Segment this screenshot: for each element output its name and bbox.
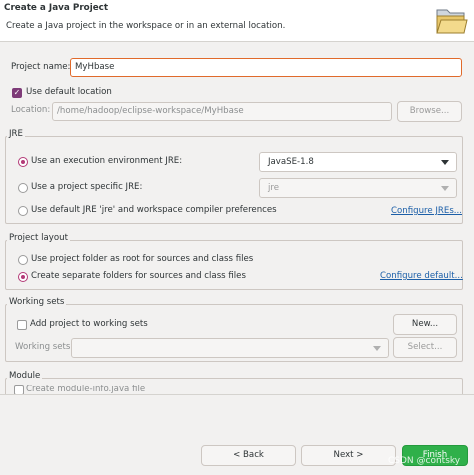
project-name-label: Project name: (11, 62, 71, 72)
chevron-down-icon (441, 160, 449, 165)
jre-default-label: Use default JRE 'jre' and workspace comp… (31, 205, 277, 215)
jre-default-radio[interactable] (18, 206, 28, 216)
wizard-title: Create a Java Project (4, 3, 109, 13)
configure-default-link[interactable]: Configure default... (380, 271, 463, 281)
project-name-value: MyHbase (75, 62, 115, 72)
layout-separate-radio[interactable] (18, 272, 28, 282)
use-default-location-checkbox[interactable]: ✓ (12, 88, 22, 98)
new-working-set-button[interactable]: New... (393, 314, 457, 335)
folder-icon (436, 9, 468, 34)
jre-specific-label: Use a project specific JRE: (31, 182, 143, 192)
wizard-subtitle: Create a Java project in the workspace o… (6, 21, 286, 31)
jre-env-value: JavaSE-1.8 (268, 157, 314, 167)
back-button[interactable]: < Back (201, 445, 296, 466)
jre-env-radio[interactable] (18, 157, 28, 167)
configure-jres-link[interactable]: Configure JREs... (391, 206, 462, 216)
jre-group-label: JRE (7, 129, 25, 139)
location-label: Location: (11, 105, 51, 115)
jre-specific-dropdown[interactable]: jre (259, 178, 457, 198)
use-default-location-label: Use default location (26, 87, 112, 97)
project-layout-group-label: Project layout (7, 233, 70, 243)
working-sets-group-label: Working sets (7, 297, 67, 307)
location-value: /home/hadoop/eclipse-workspace/MyHbase (57, 106, 244, 116)
select-working-set-button[interactable]: Select... (393, 337, 457, 358)
layout-root-label: Use project folder as root for sources a… (31, 254, 254, 264)
create-module-info-label: Create module-info.java file (26, 385, 146, 394)
wizard-header: Create a Java Project Create a Java proj… (0, 0, 474, 42)
location-field[interactable]: /home/hadoop/eclipse-workspace/MyHbase (52, 102, 392, 121)
layout-separate-label: Create separate folders for sources and … (31, 271, 246, 281)
working-sets-dropdown[interactable] (71, 338, 389, 358)
chevron-down-icon (441, 186, 449, 191)
layout-root-radio[interactable] (18, 255, 28, 265)
module-group-label: Module (7, 371, 43, 381)
next-button[interactable]: Next > (301, 445, 396, 466)
add-to-working-sets-checkbox[interactable] (17, 320, 27, 330)
add-to-working-sets-label: Add project to working sets (30, 319, 148, 329)
jre-env-label: Use an execution environment JRE: (31, 156, 183, 166)
footer-divider (0, 394, 474, 395)
chevron-down-icon (373, 346, 381, 351)
project-layout-group (5, 240, 463, 290)
watermark: CSDN @contsky (388, 456, 461, 466)
jre-specific-radio[interactable] (18, 183, 28, 193)
working-sets-label: Working sets: (15, 342, 74, 352)
jre-specific-value: jre (268, 183, 280, 193)
browse-button[interactable]: Browse... (397, 101, 462, 122)
jre-env-dropdown[interactable]: JavaSE-1.8 (259, 152, 457, 172)
project-name-field[interactable]: MyHbase (70, 58, 462, 77)
